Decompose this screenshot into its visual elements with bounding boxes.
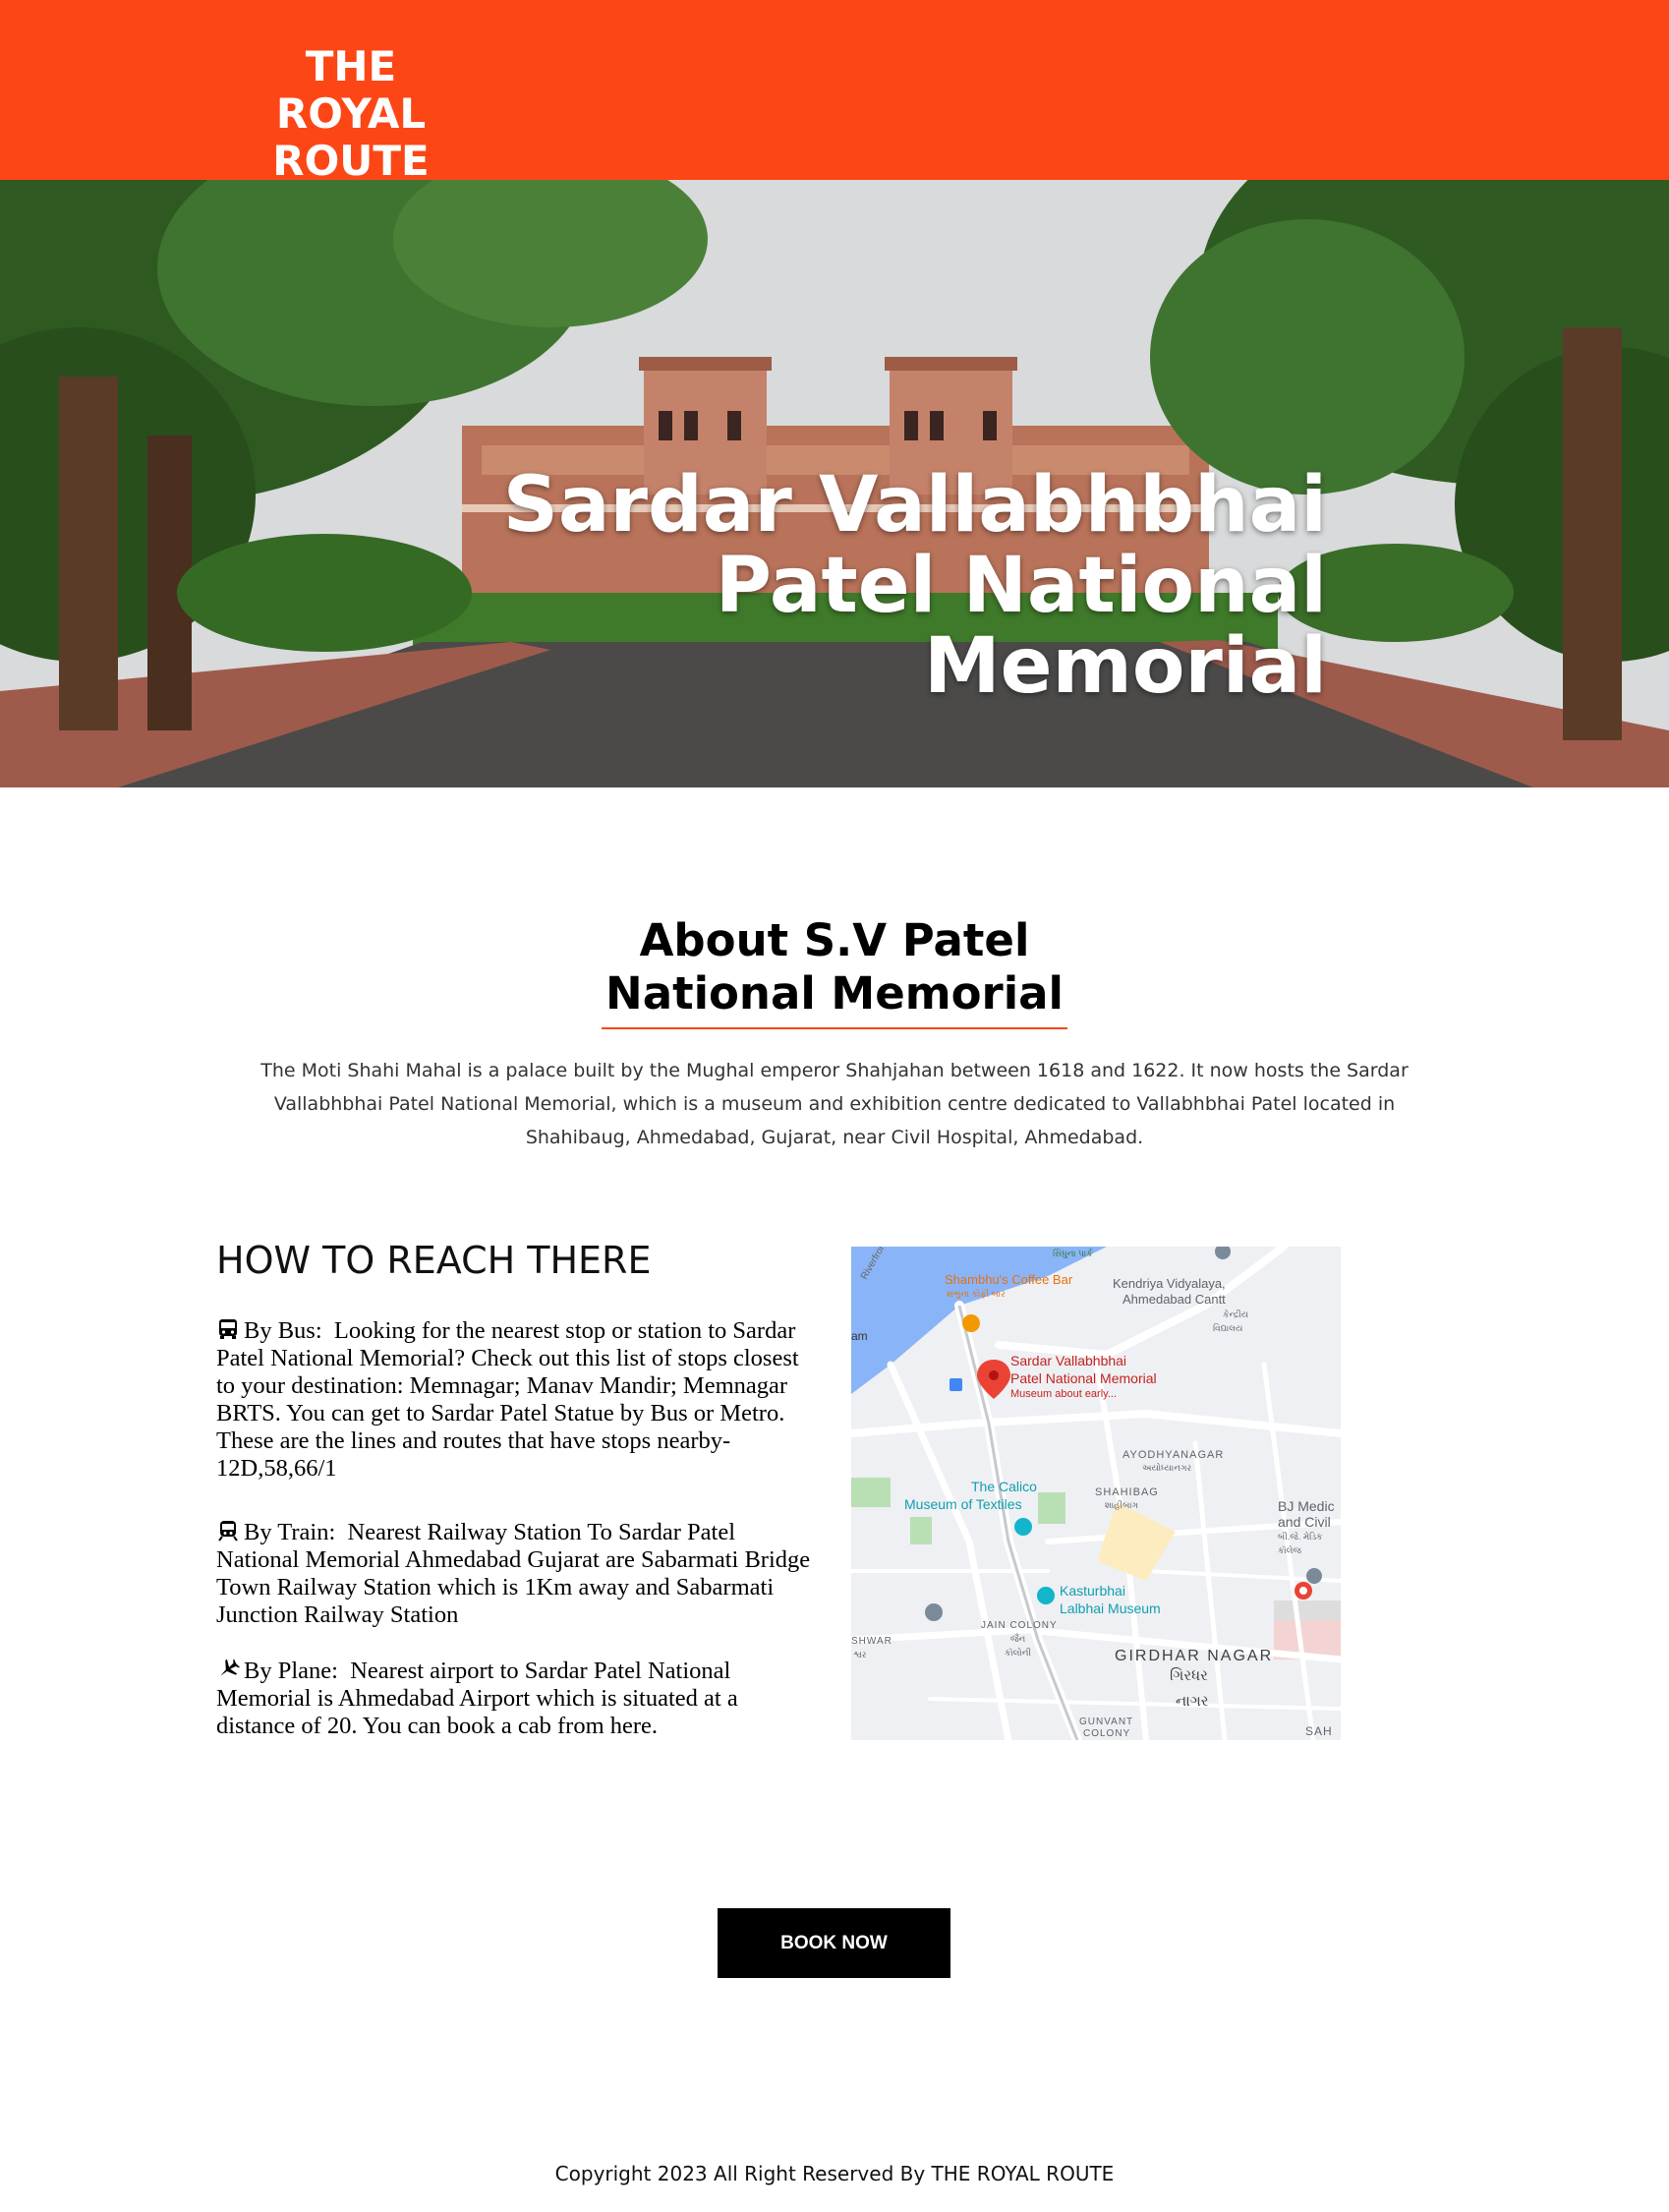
logo-line-1: THE ROYAL bbox=[275, 42, 427, 138]
map-label-gunvant-2: COLONY bbox=[1083, 1728, 1131, 1739]
hero-title-line-1: Sardar Vallabhbhai bbox=[502, 461, 1327, 550]
map-pin-subtitle: Museum about early... bbox=[1010, 1388, 1118, 1400]
map-label-jain-local-1: જૈન bbox=[1010, 1634, 1026, 1644]
map-label-ayodhyanagar-local: અયોધ્યાનગર bbox=[1142, 1463, 1192, 1473]
map-label-shahibag: SHAHIBAG bbox=[1095, 1486, 1159, 1498]
map-label-kasturbhai-1: Kasturbhai bbox=[1060, 1583, 1125, 1599]
map-label-bj-1: BJ Medic bbox=[1278, 1498, 1335, 1514]
plane-icon bbox=[216, 1659, 240, 1680]
map-label-bj-local-2: કૉલેજ bbox=[1278, 1545, 1301, 1555]
reach-by-bus: By Bus: Looking for the nearest stop or … bbox=[216, 1317, 816, 1483]
map-label-kendriya-1: Kendriya Vidyalaya, bbox=[1113, 1276, 1226, 1291]
logo-line-2: ROUTE bbox=[272, 137, 430, 185]
map-label-kasturbhai-2: Lalbhai Museum bbox=[1060, 1601, 1161, 1616]
map-label-shwar: SHWAR bbox=[851, 1636, 892, 1647]
site-logo[interactable]: THE ROYAL ROUTE bbox=[228, 43, 474, 185]
map-label-calico-1: The Calico bbox=[971, 1479, 1037, 1494]
footer-copyright: Copyright 2023 All Right Reserved By THE… bbox=[554, 2162, 1115, 2185]
map-label-jain-local-2: કૉલોની bbox=[1005, 1648, 1032, 1658]
train-label: By Train: bbox=[244, 1519, 336, 1545]
map-label-am: am bbox=[851, 1329, 868, 1343]
hero-banner: Sardar Vallabhbhai Patel National Memori… bbox=[0, 180, 1669, 787]
map-label-top-local: સિંધુના પાર્ક bbox=[1053, 1249, 1093, 1258]
map-label-calico-2: Museum of Textiles bbox=[904, 1496, 1022, 1512]
reach-title: HOW TO REACH THERE bbox=[216, 1239, 652, 1282]
map-label-bj-local-1: બી.જે. મેડિક bbox=[1278, 1532, 1323, 1542]
map-label-jain-colony: JAIN COLONY bbox=[981, 1620, 1058, 1631]
map-label-gunvant-1: GUNVANT bbox=[1079, 1717, 1134, 1727]
plane-label: By Plane: bbox=[244, 1658, 338, 1684]
map-label-shwar-local: શ્વર bbox=[853, 1650, 867, 1659]
bus-label: By Bus: bbox=[244, 1317, 322, 1344]
map-pin-title-1: Sardar Vallabhbhai bbox=[1010, 1353, 1127, 1368]
about-title-line-2: National Memorial bbox=[605, 967, 1064, 1019]
map-pin-title-2: Patel National Memorial bbox=[1010, 1370, 1157, 1386]
map-label-shahibag-local: શાહીબાગ bbox=[1105, 1500, 1139, 1510]
about-title-line-1: About S.V Patel bbox=[639, 914, 1030, 966]
hero-title: Sardar Vallabhbhai Patel National Memori… bbox=[295, 465, 1327, 707]
book-now-button[interactable]: BOOK NOW bbox=[718, 1908, 950, 1978]
train-icon bbox=[216, 1520, 240, 1542]
map-label-girdhar-local-2: નાગર bbox=[1176, 1693, 1209, 1710]
map-label-coffee: Shambhu's Coffee Bar bbox=[945, 1272, 1073, 1287]
about-title: About S.V Patel National Memorial bbox=[550, 914, 1119, 1020]
hero-title-line-2: Patel National Memorial bbox=[715, 542, 1327, 711]
map-label-sah: SAH bbox=[1305, 1724, 1333, 1738]
map-label-coffee-local: શંભુના કોફી બાર bbox=[947, 1289, 1006, 1299]
map-label-kendriya-local-2: વિદ્યાલય bbox=[1213, 1323, 1243, 1333]
site-header: THE ROYAL ROUTE bbox=[0, 0, 1669, 185]
map-label-kendriya-local-1: કેન્દ્રીય bbox=[1223, 1310, 1249, 1319]
about-description: The Moti Shahi Mahal is a palace built b… bbox=[260, 1060, 1409, 1148]
map-label-bj-2: and Civil bbox=[1278, 1514, 1331, 1530]
map-label-ayodhyanagar: AYODHYANAGAR bbox=[1122, 1449, 1225, 1461]
about-divider bbox=[602, 1027, 1067, 1029]
bus-icon bbox=[216, 1318, 240, 1340]
map-label-girdhar-local-1: ગિરધર bbox=[1170, 1667, 1208, 1684]
location-map[interactable]: Riverfront Rd am સિંધુના પાર્ક Shambhu's… bbox=[851, 1247, 1341, 1740]
reach-by-train: By Train: Nearest Railway Station To Sar… bbox=[216, 1519, 816, 1629]
reach-by-plane: By Plane: Nearest airport to Sardar Pate… bbox=[216, 1658, 816, 1740]
map-label-kendriya-2: Ahmedabad Cantt bbox=[1122, 1292, 1226, 1307]
map-label-girdhar: GIRDHAR NAGAR bbox=[1115, 1648, 1274, 1664]
